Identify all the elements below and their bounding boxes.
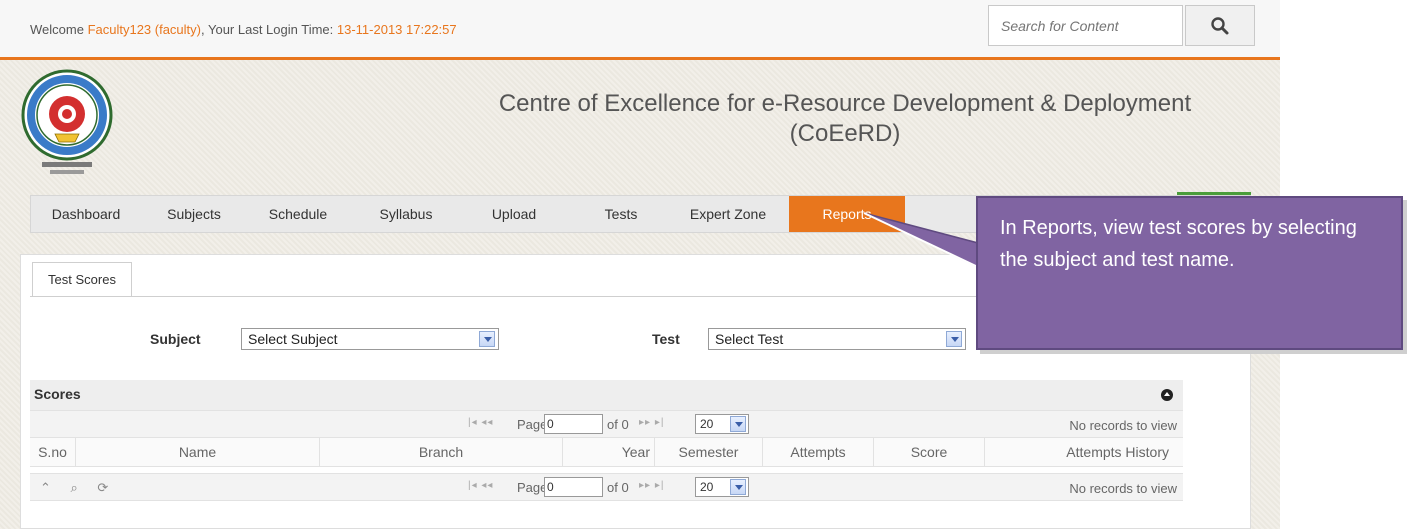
grid-toolbar-icons[interactable]: ⌃ ⌕ ⟳ xyxy=(40,480,116,496)
site-title: Centre of Excellence for e-Resource Deve… xyxy=(430,89,1260,149)
callout-text: In Reports, view test scores by selectin… xyxy=(1000,217,1357,271)
nav-syllabus[interactable]: Syllabus xyxy=(361,196,451,232)
col-attempts-history[interactable]: Attempts History xyxy=(985,438,1183,467)
bottom-pager: ⌃ ⌕ ⟳ |◂ ◂◂ Page 0 of 0 ▸▸ ▸| 20 No reco… xyxy=(30,473,1183,501)
tab-test-scores[interactable]: Test Scores xyxy=(32,262,132,296)
top-bar: Welcome Faculty123 (faculty), Your Last … xyxy=(0,0,1280,60)
nav-tests[interactable]: Tests xyxy=(586,196,656,232)
search-box[interactable] xyxy=(988,5,1183,46)
callout-pointer xyxy=(863,212,979,269)
page-count: of 0 xyxy=(607,480,629,495)
next-page-icon[interactable]: ▸▸ ▸| xyxy=(639,480,664,491)
nav-upload[interactable]: Upload xyxy=(474,196,554,232)
site-title-line1: Centre of Excellence for e-Resource Deve… xyxy=(498,90,1192,117)
university-logo xyxy=(20,68,114,178)
site-title-line2: (CoEeRD) xyxy=(789,120,901,147)
test-select[interactable]: Select Test xyxy=(708,328,966,350)
next-page-icon[interactable]: ▸▸ ▸| xyxy=(639,417,664,428)
welcome-prefix: Welcome xyxy=(30,22,88,37)
welcome-message: Welcome Faculty123 (faculty), Your Last … xyxy=(30,22,457,37)
no-records-text: No records to view xyxy=(1069,418,1177,433)
col-semester[interactable]: Semester xyxy=(655,438,763,467)
page-size-value: 20 xyxy=(700,417,714,431)
last-login-label: , Your Last Login Time: xyxy=(201,22,337,37)
page-size-select[interactable]: 20 xyxy=(695,477,749,497)
chevron-down-icon xyxy=(730,416,746,432)
scores-header: Scores xyxy=(30,380,1183,410)
chevron-down-icon xyxy=(946,331,962,347)
test-select-value: Select Test xyxy=(715,331,784,347)
last-login-time: 13-11-2013 17:22:57 xyxy=(336,22,457,37)
col-name[interactable]: Name xyxy=(76,438,320,467)
page-label: Page xyxy=(517,417,548,432)
subject-label: Subject xyxy=(150,331,201,347)
subject-select-value: Select Subject xyxy=(248,331,338,347)
search-input[interactable] xyxy=(989,6,1182,45)
col-branch[interactable]: Branch xyxy=(320,438,563,467)
page-label: Page xyxy=(517,480,548,495)
first-page-icon[interactable]: |◂ ◂◂ xyxy=(468,480,493,491)
no-records-text: No records to view xyxy=(1069,481,1177,496)
page-count: of 0 xyxy=(607,417,629,432)
nav-expert-zone[interactable]: Expert Zone xyxy=(678,196,778,232)
col-attempts[interactable]: Attempts xyxy=(763,438,874,467)
column-headers: S.no Name Branch Year Semester Attempts … xyxy=(30,438,1183,467)
top-pager: |◂ ◂◂ Page 0 of 0 ▸▸ ▸| 20 No records to… xyxy=(30,410,1183,438)
collapse-icon[interactable] xyxy=(1161,389,1173,401)
col-score[interactable]: Score xyxy=(874,438,985,467)
page-input[interactable]: 0 xyxy=(544,477,603,497)
chevron-down-icon xyxy=(730,479,746,495)
page-size-select[interactable]: 20 xyxy=(695,414,749,434)
nav-subjects[interactable]: Subjects xyxy=(149,196,239,232)
col-sno[interactable]: S.no xyxy=(30,438,76,467)
search-icon xyxy=(1211,16,1229,34)
nav-dashboard[interactable]: Dashboard xyxy=(41,196,131,232)
test-label: Test xyxy=(652,331,680,347)
scores-title: Scores xyxy=(34,386,81,402)
nav-schedule[interactable]: Schedule xyxy=(253,196,343,232)
first-page-icon[interactable]: |◂ ◂◂ xyxy=(468,417,493,428)
subject-select[interactable]: Select Subject xyxy=(241,328,499,350)
search-button[interactable] xyxy=(1185,5,1255,46)
chevron-down-icon xyxy=(479,331,495,347)
page-size-value: 20 xyxy=(700,480,714,494)
col-year[interactable]: Year xyxy=(563,438,655,467)
callout-box: In Reports, view test scores by selectin… xyxy=(976,196,1403,350)
page-input[interactable]: 0 xyxy=(544,414,603,434)
username[interactable]: Faculty123 (faculty) xyxy=(88,22,201,37)
